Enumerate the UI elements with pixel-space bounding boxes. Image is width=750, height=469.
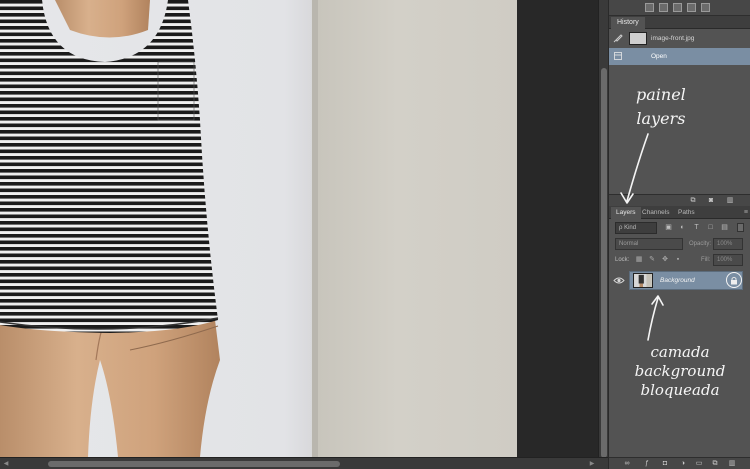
history-step-label: Open	[651, 53, 667, 60]
type-filter-icon[interactable]: T	[692, 223, 701, 232]
folder-icon[interactable]: ▭	[695, 460, 703, 468]
fill-field[interactable]: 100%	[713, 254, 743, 266]
annotation-text: layers	[636, 109, 686, 128]
filter-kind-select[interactable]: ρ Kind	[615, 222, 657, 234]
vertical-scroll-thumb[interactable]	[601, 68, 607, 458]
lock-icon[interactable]	[730, 276, 738, 285]
document-canvas[interactable]	[0, 0, 517, 457]
lock-transparent-icon[interactable]: ▦	[635, 256, 643, 264]
snapshot-name: image-front.jpg	[651, 35, 695, 42]
new-layer-icon[interactable]: ⧉	[711, 460, 719, 468]
annotation-text: background	[634, 362, 726, 380]
history-step-open[interactable]: Open	[609, 48, 750, 65]
annotation-text: bloqueada	[640, 381, 720, 399]
document-icon	[614, 52, 622, 60]
layers-footer: ∞ ƒ ◘ ◑ ▭ ⧉ ▥	[609, 457, 750, 469]
tool-options-strip	[609, 0, 750, 16]
align-icon[interactable]	[673, 3, 682, 12]
layer-filter-row: ρ Kind ▣ ◐ T □ ▤	[609, 220, 750, 236]
tab-history[interactable]: History	[611, 17, 645, 29]
blend-mode-select[interactable]: Normal	[615, 238, 683, 250]
annotation-panel-layers: painel layers	[636, 83, 686, 131]
lock-position-icon[interactable]: ✥	[661, 256, 669, 264]
filter-toggle[interactable]	[737, 223, 744, 232]
layer-selection[interactable]: Background	[629, 271, 743, 290]
layer-name[interactable]: Background	[660, 272, 695, 289]
history-brush-icon[interactable]	[613, 33, 623, 43]
scroll-left-icon[interactable]: ◀	[2, 460, 10, 468]
camera-icon[interactable]: ◙	[707, 197, 715, 205]
snapshot-thumbnail	[629, 32, 647, 45]
opacity-label: Opacity:	[689, 241, 712, 247]
annotation-locked-layer: camada background bloqueada	[612, 343, 748, 400]
history-footer: ⧉ ◙ ▥	[609, 194, 750, 206]
pixel-filter-icon[interactable]: ▣	[664, 223, 673, 232]
tab-paths[interactable]: Paths	[673, 207, 700, 219]
adjustment-filter-icon[interactable]: ◐	[678, 223, 687, 232]
horizontal-scroll-thumb[interactable]	[48, 461, 340, 467]
eye-icon[interactable]	[613, 275, 625, 286]
workspace-background	[517, 0, 602, 457]
fill-label: Fill:	[701, 257, 711, 263]
align-icon[interactable]	[645, 3, 654, 12]
tab-channels[interactable]: Channels	[637, 207, 674, 219]
vertical-scrollbar[interactable]	[598, 0, 608, 469]
opacity-field[interactable]: 100%	[713, 238, 743, 250]
history-tabbar: History	[609, 16, 750, 29]
blend-row: Normal Opacity: 100%	[609, 236, 750, 252]
smart-object-filter-icon[interactable]: ▤	[720, 223, 729, 232]
mask-icon[interactable]: ◘	[661, 460, 669, 468]
layers-tabbar: Layers Channels Paths ≡	[609, 206, 750, 219]
lock-pixels-icon[interactable]: ✎	[648, 256, 656, 264]
panel-menu-icon[interactable]: ≡	[744, 207, 748, 219]
fx-icon[interactable]: ƒ	[643, 460, 651, 468]
layer-row-background[interactable]: Background	[609, 271, 743, 290]
new-document-from-state-icon[interactable]: ⧉	[689, 197, 697, 205]
history-snapshot[interactable]: image-front.jpg	[609, 30, 750, 47]
align-icon[interactable]	[687, 3, 696, 12]
align-icon[interactable]	[701, 3, 710, 12]
scroll-right-icon[interactable]: ▶	[588, 460, 596, 468]
trash-icon[interactable]: ▥	[726, 197, 734, 205]
shape-filter-icon[interactable]: □	[706, 223, 715, 232]
lock-label: Lock:	[615, 257, 630, 263]
link-icon[interactable]: ∞	[623, 460, 631, 468]
horizontal-scrollbar[interactable]: ◀ ▶	[0, 457, 608, 469]
layers-panel: Layers Channels Paths ≡ ρ Kind ▣ ◐ T □ ▤…	[609, 206, 750, 469]
trash-icon[interactable]: ▥	[728, 460, 736, 468]
lock-all-icon[interactable]: ▪	[674, 256, 682, 264]
annotation-text: camada	[650, 343, 710, 361]
adjustment-layer-icon[interactable]: ◑	[679, 460, 687, 468]
annotation-text: painel	[636, 85, 686, 104]
lock-row: Lock: ▦ ✎ ✥ ▪ Fill: 100%	[609, 252, 750, 268]
photo-mannequin	[0, 0, 220, 457]
align-icon[interactable]	[659, 3, 668, 12]
layer-thumbnail	[633, 273, 653, 288]
